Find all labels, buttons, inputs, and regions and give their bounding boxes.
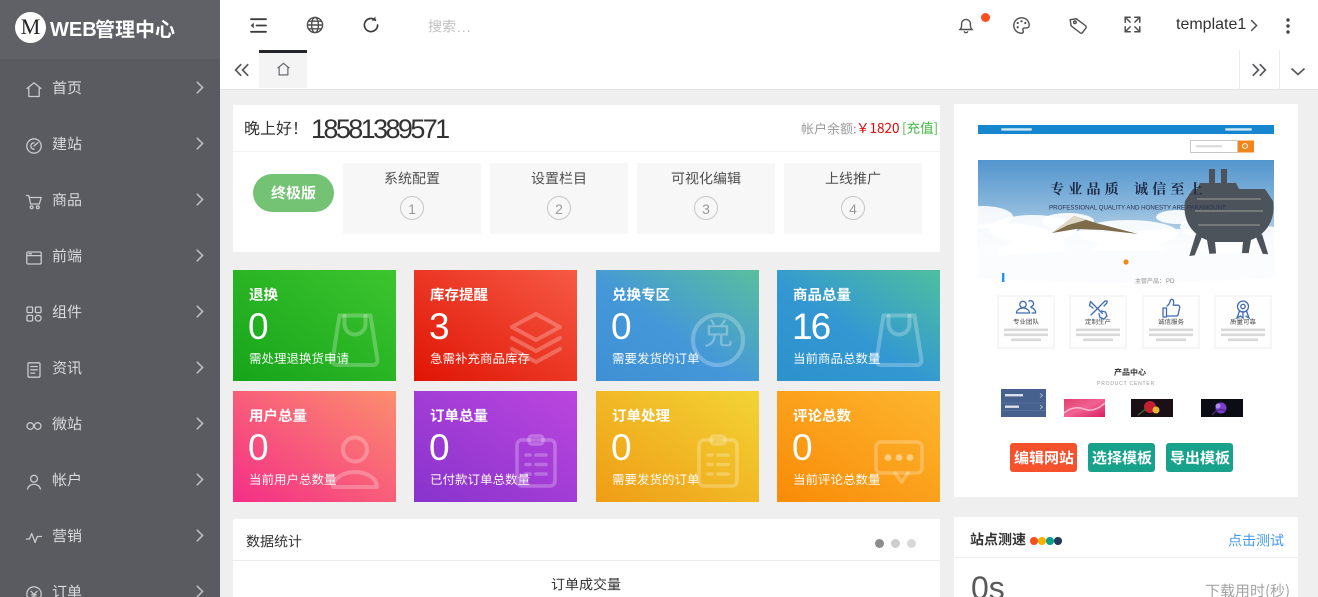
svg-text:PRODUCT CENTER: PRODUCT CENTER: [1097, 381, 1155, 387]
svg-text:PD: PD: [1166, 279, 1175, 285]
svg-text:PROFESSIONAL QUALITY AND HONES: PROFESSIONAL QUALITY AND HONESTY ARE PAR…: [1049, 205, 1226, 212]
